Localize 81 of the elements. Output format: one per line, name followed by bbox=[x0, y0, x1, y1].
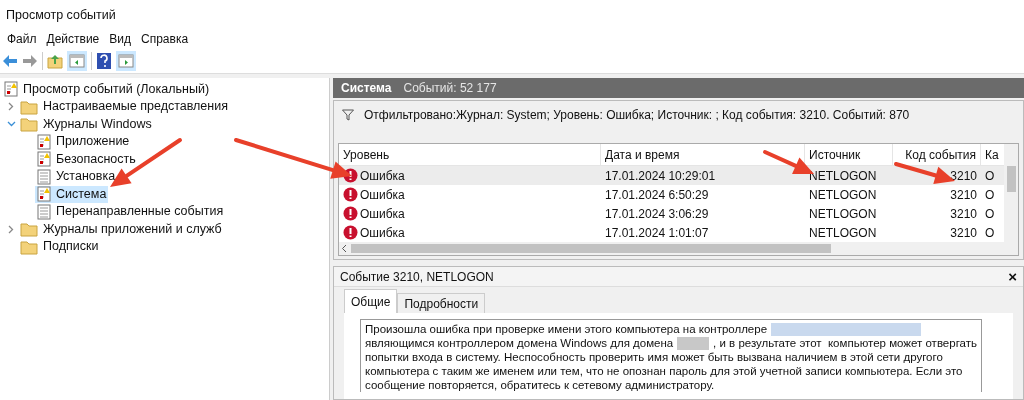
tab[interactable]: Подробности bbox=[397, 293, 486, 313]
event-row[interactable]: Ошибка 17.01.2024 1:01:07 NETLOGON 3210 О bbox=[339, 223, 1004, 242]
folder-icon bbox=[20, 221, 38, 238]
table-cell-text: Ошибка bbox=[360, 167, 405, 185]
description-text: Произошла ошибка при проверке имени этого компьютера на контроллере bbox=[365, 322, 768, 336]
chevron-right-icon[interactable] bbox=[8, 102, 14, 112]
tree-item-label: Установка bbox=[56, 168, 116, 186]
description-text: компьютера с таким же именем или тем, что не опознан пароль для этой учетной записи компьютера. Если это bbox=[365, 364, 963, 378]
event-row[interactable]: Ошибка 17.01.2024 6:50:29 NETLOGON 3210 О bbox=[339, 185, 1004, 204]
table-cell-text: О bbox=[985, 167, 995, 185]
tree-item-label: Подписки bbox=[43, 238, 99, 256]
description-text: , и в результате этот компьютер может отвергать bbox=[713, 336, 977, 350]
log-icon bbox=[37, 168, 51, 185]
table-cell-text: 17.01.2024 6:50:29 bbox=[605, 186, 709, 204]
table-cell-text: 17.01.2024 1:01:07 bbox=[605, 224, 709, 242]
log-warning-icon bbox=[4, 81, 18, 97]
table-cell-text: 3210 bbox=[950, 167, 977, 185]
help-icon[interactable] bbox=[96, 51, 112, 70]
menu-item[interactable]: Вид bbox=[106, 30, 134, 48]
chevron-right-icon[interactable] bbox=[8, 224, 14, 234]
close-button[interactable]: × bbox=[1008, 269, 1017, 284]
menu-item[interactable]: Справка bbox=[138, 30, 192, 48]
tree-item[interactable]: Приложение bbox=[35, 133, 132, 151]
tree-item[interactable]: Система bbox=[35, 185, 109, 203]
error-icon bbox=[343, 187, 358, 202]
error-icon bbox=[343, 225, 358, 240]
table-cell-text: 17.01.2024 3:06:29 bbox=[605, 205, 709, 223]
tree-item[interactable]: Безопасность bbox=[35, 150, 138, 168]
filter-icon bbox=[342, 109, 354, 121]
table-cell-text: 3210 bbox=[950, 186, 977, 204]
folder-icon bbox=[20, 98, 38, 115]
table-cell-text: 17.01.2024 10:29:01 bbox=[605, 167, 716, 185]
description-text: сообщение повторяется, обратитесь к сетевому администратору. bbox=[365, 378, 715, 392]
tree-item[interactable]: Подписки bbox=[18, 238, 101, 256]
tree-item-label: Журналы Windows bbox=[43, 115, 152, 133]
pane-title: Система bbox=[341, 80, 392, 97]
table-cell-text: О bbox=[985, 205, 995, 223]
tree-root-label[interactable]: Просмотр событий (Локальный) bbox=[23, 79, 210, 99]
log-warning-icon bbox=[37, 133, 51, 150]
vertical-scrollbar[interactable] bbox=[1004, 144, 1018, 255]
table-cell-text: 3210 bbox=[950, 205, 977, 223]
folder-icon bbox=[20, 116, 38, 133]
folder-icon bbox=[20, 238, 38, 255]
table-cell-text: О bbox=[985, 186, 995, 204]
table-cell-text: NETLOGON bbox=[809, 205, 877, 223]
tree-item[interactable]: Установка bbox=[35, 168, 118, 186]
error-icon bbox=[343, 206, 358, 221]
back-arrow-icon[interactable] bbox=[2, 53, 18, 68]
tree-item-label: Система bbox=[56, 185, 107, 203]
tab[interactable]: Общие bbox=[344, 289, 398, 313]
log-warning-icon bbox=[37, 186, 51, 203]
column-header[interactable]: Код события bbox=[893, 144, 981, 165]
description-text: попытки входа в систему. Неспособность проверить имя может быть вызвана наличием в этой сети другого bbox=[365, 350, 943, 364]
redaction-block bbox=[677, 336, 710, 350]
event-count: Событий: 52 177 bbox=[403, 80, 497, 97]
table-cell-text: Ошибка bbox=[360, 186, 405, 204]
table-cell-text: Ошибка bbox=[360, 205, 405, 223]
event-detail-title: Событие 3210, NETLOGON bbox=[340, 268, 494, 286]
log-warning-icon bbox=[37, 151, 51, 168]
table-cell-text: Ошибка bbox=[360, 224, 405, 242]
tree-item-label: Приложение bbox=[56, 133, 130, 151]
menu-item[interactable]: Действие bbox=[43, 30, 103, 48]
table-cell-text: 3210 bbox=[950, 224, 977, 242]
chevron-down-icon[interactable] bbox=[6, 121, 16, 128]
filter-text: Отфильтровано:Журнал: System; Уровень: Ошибка; Источник: ; Код события: 3210. Событий: 870 bbox=[364, 107, 910, 124]
folder-up-icon[interactable] bbox=[47, 52, 63, 69]
tree-item[interactable]: Журналы Windows bbox=[18, 115, 154, 133]
table-cell-text: NETLOGON bbox=[809, 167, 877, 185]
window-title: Просмотр событий bbox=[6, 6, 116, 24]
panel-icon[interactable] bbox=[67, 50, 87, 71]
menu-item[interactable]: Файл bbox=[4, 30, 40, 48]
horizontal-scrollbar[interactable] bbox=[339, 242, 1004, 255]
tree-item-label: Безопасность bbox=[56, 150, 136, 168]
table-cell-text: NETLOGON bbox=[809, 224, 877, 242]
forward-arrow-icon[interactable] bbox=[22, 53, 38, 68]
event-row[interactable]: Ошибка 17.01.2024 3:06:29 NETLOGON 3210 О bbox=[339, 204, 1004, 223]
table-cell-text: NETLOGON bbox=[809, 186, 877, 204]
description-text: являющимся контроллером домена Windows для домена bbox=[365, 336, 674, 350]
log-icon bbox=[37, 203, 51, 220]
table-cell-text: О bbox=[985, 224, 995, 242]
event-row[interactable]: Ошибка 17.01.2024 10:29:01 NETLOGON 3210 О bbox=[339, 166, 1004, 185]
